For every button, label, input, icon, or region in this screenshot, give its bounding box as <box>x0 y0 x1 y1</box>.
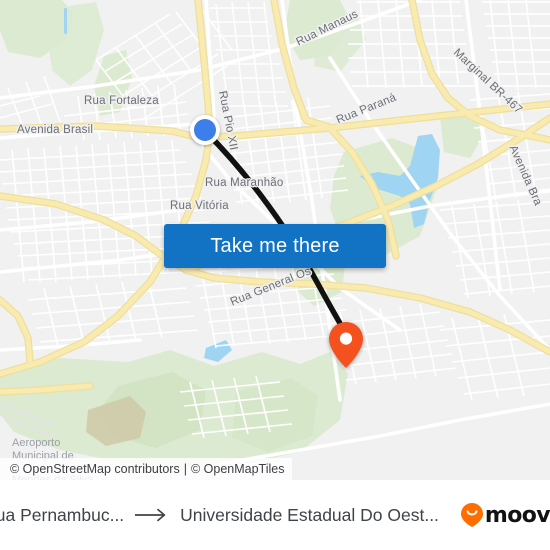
moovit-trip-preview: Rua Manaus Rua Paraná Marginal BR-467 Av… <box>0 0 550 550</box>
destination-pin[interactable] <box>329 322 363 368</box>
route-origin-label: Rua Pernambuc... <box>0 504 125 525</box>
attribution-separator: | <box>183 462 187 476</box>
openmaptiles-attribution-link[interactable]: © OpenMapTiles <box>191 462 285 476</box>
take-me-there-button[interactable]: Take me there <box>164 224 386 268</box>
moovit-logo[interactable]: moovit <box>460 502 550 528</box>
arrow-right-icon <box>135 508 166 522</box>
route-destination-label: Universidade Estadual Do Oest... <box>180 504 439 525</box>
map-attribution: © OpenStreetMap contributors | © OpenMap… <box>0 458 293 480</box>
origin-dot[interactable] <box>190 115 220 145</box>
route-summary: Rua Pernambuc... Universidade Estadual D… <box>0 505 439 526</box>
map-canvas[interactable]: Rua Manaus Rua Paraná Marginal BR-467 Av… <box>0 0 550 480</box>
osm-attribution-link[interactable]: © OpenStreetMap contributors <box>10 462 180 476</box>
trip-footer: Rua Pernambuc... Universidade Estadual D… <box>0 480 550 550</box>
moovit-wordmark: moovit <box>484 502 550 528</box>
moovit-pin-icon <box>460 503 483 527</box>
